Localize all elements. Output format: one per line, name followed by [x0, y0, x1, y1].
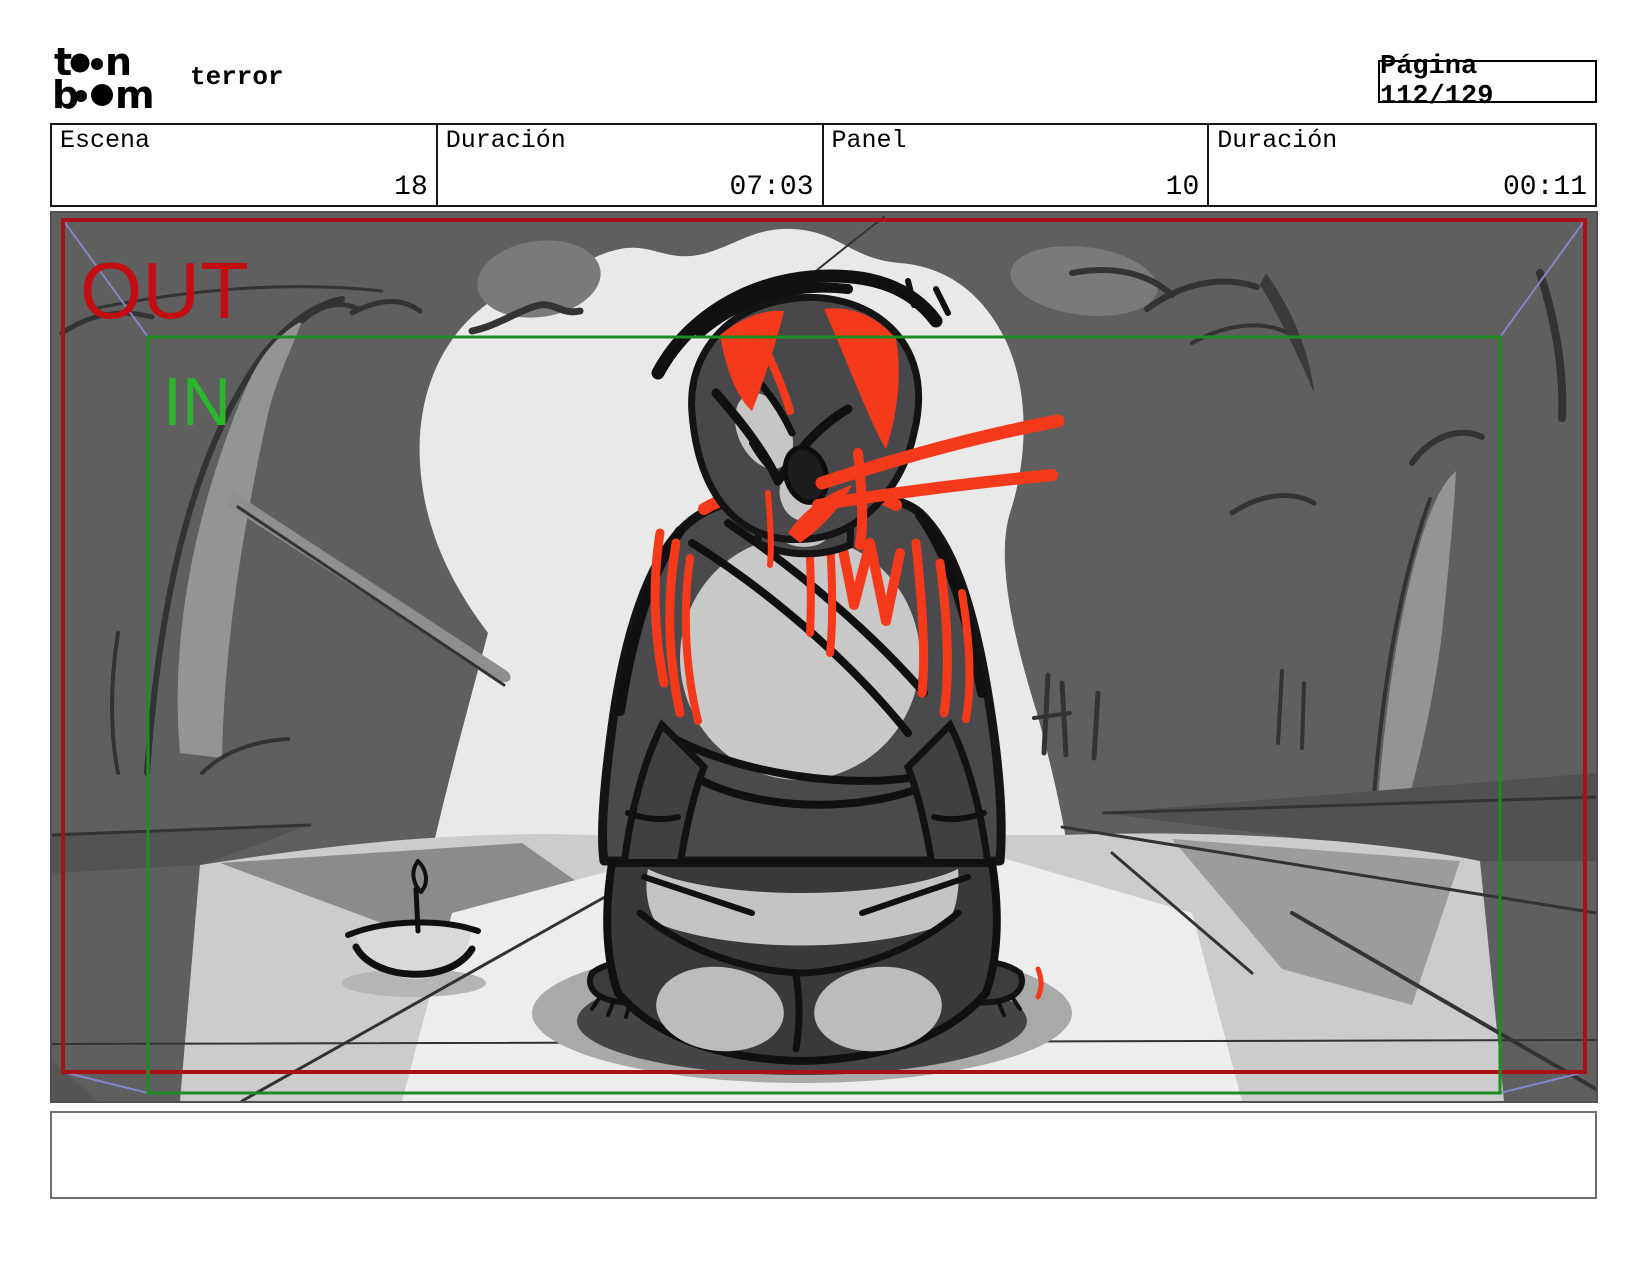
project-title: terror [190, 62, 284, 92]
toonboom-logo: t n b m [52, 44, 155, 110]
panel-value: 10 [1165, 172, 1200, 203]
panel-duration-cell: Duración 00:11 [1209, 125, 1595, 205]
panel-duration-value: 00:11 [1502, 172, 1587, 203]
logo-letter-m: m [115, 73, 155, 110]
scene-cell: Escena 18 [52, 125, 438, 205]
figure-legs [603, 859, 1001, 1066]
scene-duration-cell: Duración 07:03 [438, 125, 824, 205]
storyboard-drawing: OUT IN [52, 213, 1596, 1101]
camera-out-label: OUT [80, 246, 249, 335]
panel-cell: Panel 10 [824, 125, 1210, 205]
logo-dot [91, 58, 103, 70]
panel-info-table: Escena 18 Duración 07:03 Panel 10 Duraci… [50, 123, 1597, 207]
logo-letter-b: b [52, 73, 79, 110]
logo-dot [70, 53, 90, 73]
scene-label: Escena [60, 126, 151, 155]
scene-duration-value: 07:03 [729, 172, 814, 203]
caption-box[interactable] [50, 1111, 1597, 1199]
camera-in-label: IN [163, 364, 231, 440]
panel-duration-label: Duración [1217, 126, 1338, 155]
candle-wick [413, 886, 421, 934]
storyboard-page: t n b m terror Página 112/129 Escena 18 … [0, 0, 1650, 1275]
page-number-box: Página 112/129 [1378, 52, 1597, 112]
logo-dot [75, 90, 87, 102]
page-number-label: Página 112/129 [1380, 51, 1494, 112]
panel-label: Panel [831, 126, 907, 155]
storyboard-panel: OUT IN [50, 211, 1598, 1103]
scene-value: 18 [394, 172, 428, 203]
logo-dot [91, 84, 113, 106]
scene-duration-label: Duración [445, 126, 566, 155]
